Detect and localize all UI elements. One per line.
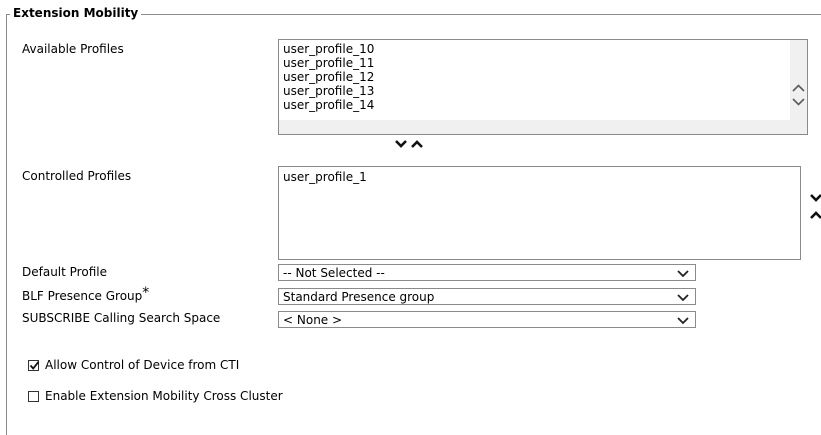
list-item[interactable]: user_profile_14 xyxy=(279,98,374,112)
allow-cti-checkbox[interactable] xyxy=(28,360,40,371)
move-down-button[interactable] xyxy=(394,138,408,153)
required-mark: * xyxy=(142,285,150,301)
default-profile-label: Default Profile xyxy=(22,265,107,279)
controlled-profiles-label: Controlled Profiles xyxy=(22,169,132,183)
chevron-down-icon xyxy=(673,312,693,328)
check-icon xyxy=(29,361,40,370)
blf-presence-group-select[interactable]: Standard Presence group xyxy=(278,288,696,305)
section-title: Extension Mobility xyxy=(10,6,142,20)
chevron-down-icon xyxy=(810,194,821,202)
available-profiles-listbox[interactable]: user_profile_10 user_profile_11 user_pro… xyxy=(278,39,808,135)
chevron-up-icon xyxy=(411,140,423,148)
reorder-down-button[interactable] xyxy=(810,192,821,207)
blf-presence-group-label: BLF Presence Group* xyxy=(22,285,150,304)
list-item[interactable]: user_profile_11 xyxy=(279,56,374,70)
list-item[interactable]: user_profile_13 xyxy=(279,84,374,98)
subscribe-css-select[interactable]: < None > xyxy=(278,311,696,328)
chevron-down-icon xyxy=(673,265,693,281)
chevron-down-icon xyxy=(673,289,693,305)
horizontal-scrollbar[interactable] xyxy=(279,120,807,134)
subscribe-css-value: < None > xyxy=(283,313,343,327)
list-item[interactable]: user_profile_1 xyxy=(279,170,367,184)
blf-presence-group-value: Standard Presence group xyxy=(283,290,435,304)
list-item[interactable]: user_profile_12 xyxy=(279,70,374,84)
default-profile-select[interactable]: -- Not Selected -- xyxy=(278,264,696,281)
default-profile-value: -- Not Selected -- xyxy=(283,266,385,280)
scroll-down-icon[interactable] xyxy=(790,96,807,111)
controlled-profiles-listbox[interactable]: user_profile_1 xyxy=(278,166,801,260)
scroll-up-icon[interactable] xyxy=(790,82,807,97)
enable-em-cross-cluster-checkbox[interactable] xyxy=(28,391,39,402)
subscribe-css-label: SUBSCRIBE Calling Search Space xyxy=(22,311,221,325)
allow-cti-label[interactable]: Allow Control of Device from CTI xyxy=(45,358,239,372)
blf-presence-group-label-text: BLF Presence Group xyxy=(22,289,143,303)
chevron-down-icon xyxy=(395,140,407,148)
chevron-up-icon xyxy=(810,211,821,219)
available-profiles-label: Available Profiles xyxy=(22,42,124,56)
enable-em-cross-cluster-label[interactable]: Enable Extension Mobility Cross Cluster xyxy=(45,389,283,403)
move-up-button[interactable] xyxy=(410,138,424,153)
list-item[interactable]: user_profile_10 xyxy=(279,42,374,56)
reorder-up-button[interactable] xyxy=(810,209,821,224)
